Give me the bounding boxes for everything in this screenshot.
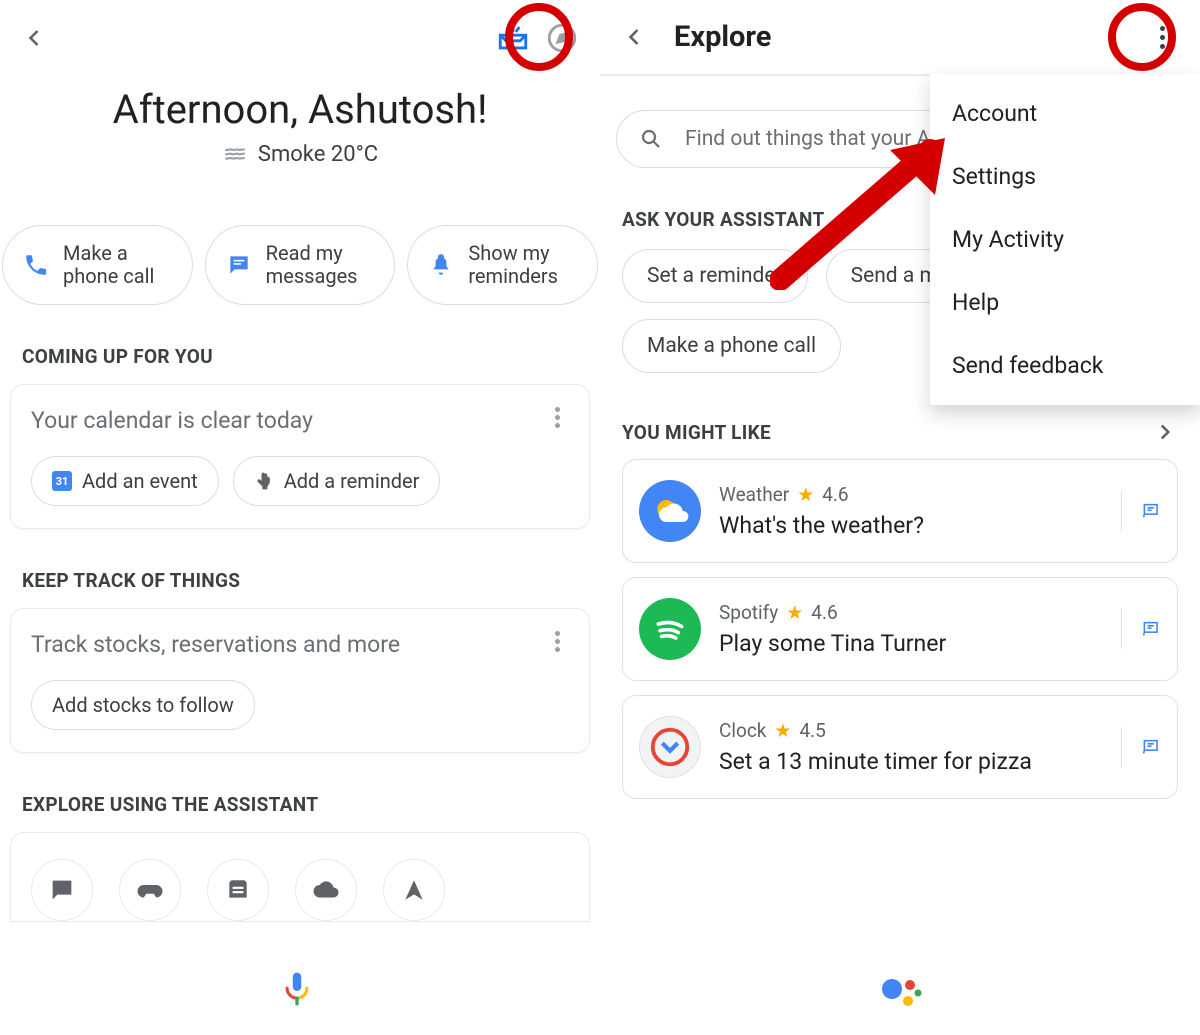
card-name: Spotify [719,601,778,624]
weather-text: Smoke 20°C [258,142,378,167]
card-command: What's the weather? [719,512,1103,539]
make-call-chip[interactable]: Make a phone call [2,225,193,305]
card-rating: 4.6 [811,601,837,624]
back-button[interactable] [618,21,650,53]
star-icon: ★ [797,483,814,506]
assistant-button[interactable] [880,971,920,1011]
weather-icon [222,141,248,167]
phone-icon [21,250,51,280]
try-icon[interactable] [1121,727,1161,767]
card-rating: 4.6 [822,483,848,506]
compass-icon[interactable] [542,18,582,58]
explore-messages-icon[interactable] [31,859,93,921]
card-command: Play some Tina Turner [719,630,1103,657]
section-like-header: YOU MIGHT LIKE [622,421,771,444]
section-track-header: KEEP TRACK OF THINGS [22,569,600,592]
menu-account[interactable]: Account [930,82,1200,145]
greeting-text: Afternoon, Ashutosh! [0,86,600,133]
add-reminder-chip[interactable]: Add a reminder [233,456,441,506]
add-stocks-chip[interactable]: Add stocks to follow [31,680,255,730]
mic-button[interactable] [280,971,320,1011]
inbox-icon[interactable] [496,21,530,55]
card-command: Set a 13 minute timer for pizza [719,748,1103,775]
explore-nav-icon[interactable] [383,859,445,921]
overflow-menu: Account Settings My Activity Help Send f… [930,74,1200,405]
card-menu-button[interactable] [545,629,569,653]
track-title: Track stocks, reservations and more [31,631,569,658]
back-button[interactable] [18,22,50,54]
menu-help[interactable]: Help [930,271,1200,334]
card-rating: 4.5 [799,719,825,742]
clock-app-icon [639,716,701,778]
card-name: Clock [719,719,766,742]
finger-icon [254,471,274,491]
menu-feedback[interactable]: Send feedback [930,334,1200,397]
star-icon: ★ [786,601,803,624]
show-reminders-chip[interactable]: Show my reminders [407,225,598,305]
try-icon[interactable] [1121,491,1161,531]
chevron-right-icon[interactable] [1152,419,1178,445]
search-icon [639,127,663,151]
calendar-status: Your calendar is clear today [31,407,569,434]
try-icon[interactable] [1121,609,1161,649]
chip-make-call[interactable]: Make a phone call [622,319,841,373]
menu-activity[interactable]: My Activity [930,208,1200,271]
explore-cloud-icon[interactable] [295,859,357,921]
chip-label: Read my messages [266,242,377,288]
section-explore-header: EXPLORE USING THE ASSISTANT [22,793,600,816]
card-weather[interactable]: Weather ★ 4.6 What's the weather? [622,459,1178,563]
message-icon [224,250,254,280]
menu-settings[interactable]: Settings [930,145,1200,208]
chip-label: Make a phone call [63,242,174,288]
overflow-menu-button[interactable] [1142,17,1182,57]
section-coming-header: COMING UP FOR YOU [22,345,600,368]
card-menu-button[interactable] [545,405,569,429]
chip-label: Show my reminders [468,242,579,288]
search-placeholder: Find out things that your Ass [685,127,952,151]
reminder-icon [426,250,456,280]
card-spotify[interactable]: Spotify ★ 4.6 Play some Tina Turner [622,577,1178,681]
explore-games-icon[interactable] [119,859,181,921]
chip-set-reminder[interactable]: Set a reminder [622,249,808,303]
add-event-chip[interactable]: 31 Add an event [31,456,219,506]
read-messages-chip[interactable]: Read my messages [205,225,396,305]
card-name: Weather [719,483,789,506]
weather-app-icon [639,480,701,542]
calendar-icon: 31 [52,471,72,491]
calendar-card: Your calendar is clear today 31 Add an e… [10,384,590,529]
track-card: Track stocks, reservations and more Add … [10,608,590,753]
spotify-app-icon [639,598,701,660]
explore-title: Explore [674,20,771,54]
card-clock[interactable]: Clock ★ 4.5 Set a 13 minute timer for pi… [622,695,1178,799]
explore-news-icon[interactable] [207,859,269,921]
star-icon: ★ [774,719,791,742]
